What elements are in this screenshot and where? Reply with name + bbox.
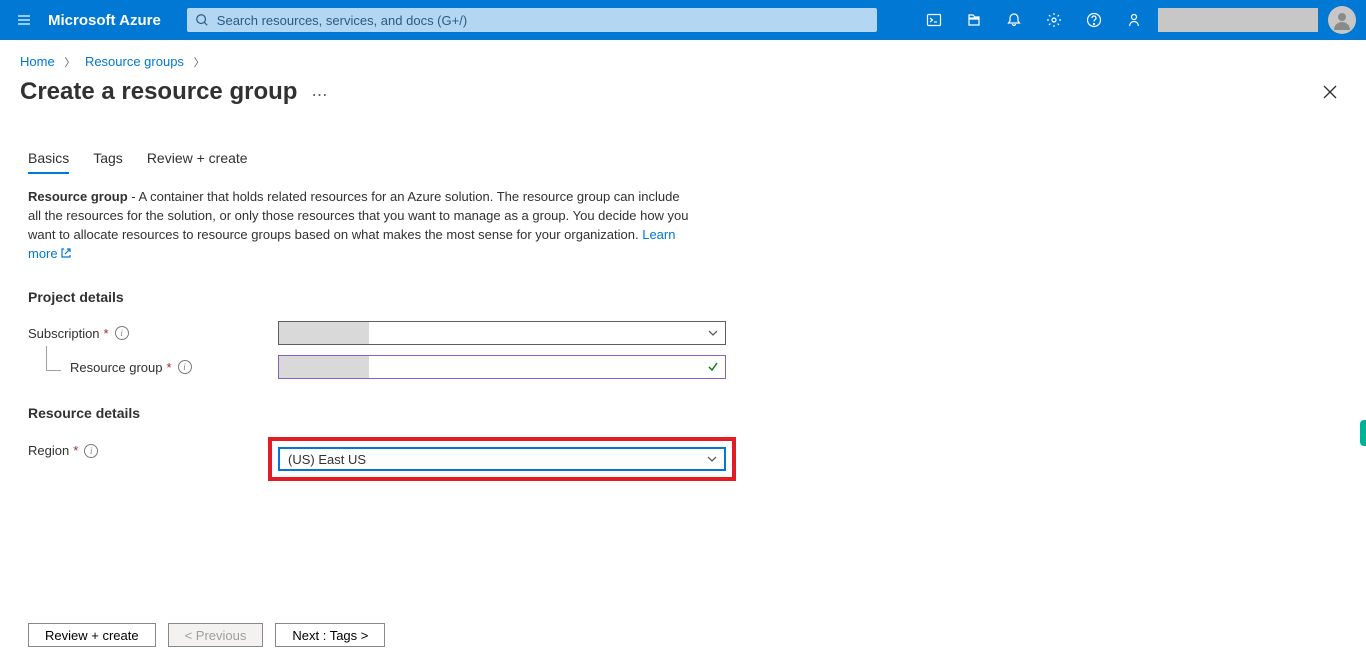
chevron-down-icon [700,454,724,464]
notifications-icon[interactable] [994,0,1034,40]
description: Resource group - A container that holds … [0,174,720,263]
info-icon[interactable]: i [84,444,98,458]
region-value: (US) East US [280,452,700,467]
tab-tags[interactable]: Tags [93,150,123,174]
info-icon[interactable]: i [178,360,192,374]
previous-button: < Previous [168,623,264,647]
row-resource-group: Resource group * i [28,355,1338,379]
resource-group-input[interactable] [278,355,726,379]
help-icon[interactable] [1074,0,1114,40]
info-icon[interactable]: i [115,326,129,340]
label-region: Region [28,443,69,458]
region-select[interactable]: (US) East US [278,447,726,471]
top-icon-bar [914,0,1366,40]
page-title: Create a resource group [20,78,297,106]
redacted-value [279,322,369,344]
settings-icon[interactable] [1034,0,1074,40]
top-bar: Microsoft Azure Search resources, servic… [0,0,1366,40]
checkmark-icon [701,361,725,373]
label-subscription: Subscription [28,326,100,341]
required-marker: * [104,326,109,341]
row-subscription: Subscription * i [28,321,1338,345]
next-tags-button[interactable]: Next : Tags > [275,623,385,647]
breadcrumb-resource-groups[interactable]: Resource groups [85,54,184,69]
tab-bar: Basics Tags Review + create [0,150,1366,174]
required-marker: * [167,360,172,375]
external-link-icon [60,246,72,258]
review-create-button[interactable]: Review + create [28,623,156,647]
search-placeholder: Search resources, services, and docs (G+… [217,13,467,28]
cloud-shell-icon[interactable] [914,0,954,40]
subscription-select[interactable] [278,321,726,345]
description-body: - A container that holds related resourc… [28,189,689,242]
feedback-tab-icon[interactable] [1360,420,1366,446]
footer-actions: Review + create < Previous Next : Tags > [0,623,1366,647]
more-actions-icon[interactable]: ⋯ [311,79,328,105]
search-input[interactable]: Search resources, services, and docs (G+… [187,8,877,32]
breadcrumb-home[interactable]: Home [20,54,55,69]
feedback-icon[interactable] [1114,0,1154,40]
section-resource-details: Resource details [0,379,1366,427]
chevron-right-icon: 〉 [194,57,205,69]
region-highlight-box: (US) East US [268,437,736,481]
required-marker: * [73,443,78,458]
directories-icon[interactable] [954,0,994,40]
tab-basics[interactable]: Basics [28,150,69,174]
avatar[interactable] [1328,6,1356,34]
chevron-down-icon [701,328,725,338]
description-lead: Resource group [28,189,128,204]
brand[interactable]: Microsoft Azure [48,12,177,29]
breadcrumb: Home 〉 Resource groups 〉 [0,40,1366,74]
account-scope-box[interactable] [1158,8,1318,32]
redacted-value [279,356,369,378]
menu-icon[interactable] [0,12,48,28]
label-resource-group: Resource group [70,360,163,375]
row-region: Region * i (US) East US [28,433,1338,481]
close-icon[interactable] [1314,76,1346,108]
tab-review-create[interactable]: Review + create [147,150,248,174]
section-project-details: Project details [0,263,1366,311]
chevron-right-icon: 〉 [64,57,75,69]
